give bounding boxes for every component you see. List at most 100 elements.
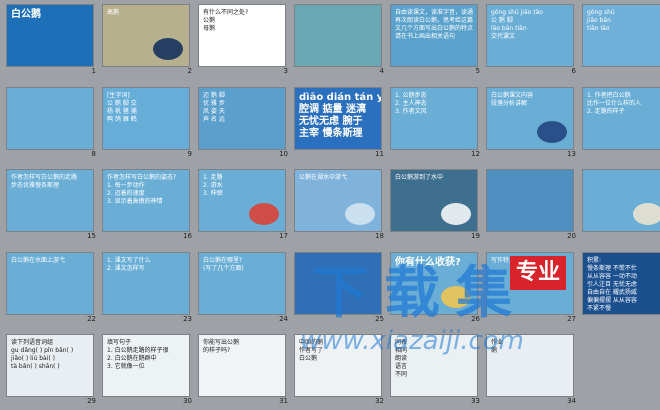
slide-thumbnail-16[interactable]: 作者怎样写白公鹅的姿态? 1. 每一步动作 2. 迈着的速度 3. 显示着高傲的神情 1… <box>100 169 196 242</box>
slide-text: 公 鹅 脚 <box>491 17 513 24</box>
slide-thumbnail-30[interactable]: 填写句子 1. 白公鹅走路的样子很 2. 白公鹅在鹅群中 3. 它就像一位 30 <box>100 334 196 407</box>
slide-text: 段落分析讲解 <box>491 100 528 107</box>
slide-preview: 白公鹅 <box>6 4 94 67</box>
slide-text: 3. 作者文风 <box>395 108 427 115</box>
slide-number: 3 <box>283 67 288 75</box>
slide-thumbnail-28[interactable]: 积累: 慢条斯理 不慌不忙 从从容容 一动不动 引人注目 无忧无虑 自由自在 耀武扬威偏… <box>580 252 660 325</box>
slide-text: 白公鹅在哪里? <box>203 257 243 264</box>
slide-thumbnail-13[interactable]: 白公鹅课文内容 段落分析讲解 13 <box>484 87 580 160</box>
slide-thumbnail-33[interactable]: 同表 相同 朗读 语言 不同 33 <box>388 334 484 407</box>
slide-text: 2. 游水 <box>203 182 223 189</box>
slide-preview: 你有什么收获? <box>390 252 478 315</box>
slide-number: 2 <box>187 67 192 75</box>
slide-thumbnail-2[interactable]: 高鹅 2 <box>100 4 196 77</box>
slide-thumbnail-24[interactable]: 白公鹅在哪里? (写了几个方面) 24 <box>196 252 292 325</box>
slide-number: 1 <box>91 67 96 75</box>
slide-text: 1. 每一步动作 <box>107 182 145 189</box>
slide-preview: 白公鹅在水面上游弋 <box>6 252 94 315</box>
slide-number: 5 <box>475 67 480 75</box>
slide-preview: 你能写出公鹅 的样子吗? <box>198 334 286 397</box>
slide-thumbnail-29[interactable]: 读下列语音词组 gu dǎng( ) pǐn bǎn( ) jiǎo( ) liú … <box>4 334 100 407</box>
slide-thumbnail-27[interactable]: 写作特点 抓住特点 27 <box>484 252 580 325</box>
slide-preview <box>486 169 574 232</box>
slide-text: 你有什么收获? <box>395 257 461 268</box>
slide-thumbnail-25[interactable]: 25 <box>292 252 388 325</box>
slide-text: 比作一位什么样的人 <box>587 100 642 107</box>
slide-text: dìāo dián tán yi <box>299 92 382 103</box>
slide-text: 的样子吗? <box>203 347 231 354</box>
slide-thumbnail-21[interactable]: 21 <box>580 169 660 242</box>
slide-text: 中国的鹅 <box>299 339 324 346</box>
slide-text: 1. 课文写了什么 <box>107 257 151 264</box>
slide-graphic <box>249 203 279 225</box>
slide-preview: 写作特点 抓住特点 <box>486 252 574 315</box>
slide-number: 22 <box>87 315 96 323</box>
slide-preview: 白公鹅在哪里? (写了几个方面) <box>198 252 286 315</box>
slide-preview: 迈 鹅 脚优 雅 步凤 姿 天声 名 远 <box>198 87 286 150</box>
slide-thumbnail-12[interactable]: 1. 公鹅步态 2. 主人神态 3. 作者文风 12 <box>388 87 484 160</box>
slide-text: 再次朗读白公鹅，思考给这篇 <box>395 17 474 24</box>
slide-preview: 1. 走路 2. 游水 3. 伸颈 <box>198 169 286 232</box>
slide-graphic <box>441 203 471 225</box>
slide-text: 公 鹅 脚 交 <box>107 100 137 107</box>
slide-thumbnail-10[interactable]: 迈 鹅 脚优 雅 步凤 姿 天声 名 远 10 <box>196 87 292 160</box>
slide-number: 33 <box>471 397 480 405</box>
slide-text: 作业 <box>491 339 504 346</box>
slide-thumbnail-1[interactable]: 白公鹅 1 <box>4 4 100 77</box>
slide-number: 10 <box>279 150 288 158</box>
slide-text: 2. 课文怎样写 <box>107 265 145 272</box>
slide-thumbnail-3[interactable]: 有什么不同之处? 公鹅 母鹅 3 <box>196 4 292 77</box>
slide-thumbnail-9[interactable]: [生字词] 公 鹅 脚 交杨 帆 猪 捕鸭 鸽 雁 鹤9 <box>100 87 196 160</box>
slide-text: 杨 帆 猪 捕 <box>107 108 137 115</box>
slide-thumbnail-34[interactable]: 作业鹅 34 <box>484 334 580 407</box>
slide-thumbnail-15[interactable]: 作者怎样写白公鹅的走路 步态优雅慢条斯理 15 <box>4 169 100 242</box>
slide-thumbnail-17[interactable]: 1. 走路 2. 游水 3. 伸颈 17 <box>196 169 292 242</box>
slide-text: lǎo bān tiān <box>491 25 527 32</box>
slide-thumbnail-6[interactable]: gōng shū jiǎo tǎo 公 鹅 脚 lǎo bān tiān 交代课文 6 <box>484 4 580 77</box>
slide-text: 1. 公鹅步态 <box>395 92 427 99</box>
slide-number: 12 <box>471 150 480 158</box>
slide-thumbnail-32[interactable]: 中国的鹅 作者写了 白公鹅 32 <box>292 334 388 407</box>
slide-number: 30 <box>183 397 192 405</box>
slide-thumbnail-20[interactable]: 20 <box>484 169 580 242</box>
slide-text: gu dǎng( ) pǐn bǎn( ) <box>11 347 74 354</box>
slide-thumbnail-19[interactable]: 白公鹅游到了水中 19 <box>388 169 484 242</box>
slide-text: 2. 迈着的速度 <box>107 190 145 197</box>
slide-text: 相同 <box>395 347 408 354</box>
slide-thumbnail-26[interactable]: 你有什么收获? 26 <box>388 252 484 325</box>
slide-text: 白公鹅在水面上游弋 <box>11 257 66 264</box>
slide-thumbnail-4[interactable]: 4 <box>292 4 388 77</box>
slide-thumbnail-11[interactable]: dìāo dián tán yi 腔调 掂量 迷漓 无忧无虑 腕于 主宰 慢条斯理 11 <box>292 87 388 160</box>
slide-text: 2. 走路的样子 <box>587 108 625 115</box>
slide-thumbnail-14[interactable]: 1. 作者把白公鹅比作一位什么样的人2. 走路的样子14 <box>580 87 660 160</box>
slide-number: 25 <box>375 315 384 323</box>
slide-text: 读下列语音词组 <box>11 339 54 346</box>
slide-thumbnail-7[interactable]: gōng shūjiǎo bāntiān lǎo7 <box>580 4 660 77</box>
slide-number: 18 <box>375 232 384 240</box>
slide-preview <box>582 169 660 232</box>
slide-number: 31 <box>279 397 288 405</box>
slide-text: 3. 显示着高傲的神情 <box>107 198 163 205</box>
slide-text: 优 雅 步 <box>203 100 225 107</box>
slide-text: 2. 白公鹅在鹅群中 <box>107 355 157 362</box>
slide-preview: 1. 课文写了什么 2. 课文怎样写 <box>102 252 190 315</box>
slide-graphic <box>153 38 183 60</box>
slide-preview: 公鹅在湖水中游弋 <box>294 169 382 232</box>
slide-thumbnail-5[interactable]: 自由读课文，读准字音，读通 再次朗读白公鹅，思考给这篇 文几个方面写出白公鹅的特点请… <box>388 4 484 77</box>
slide-number: 9 <box>187 150 192 158</box>
slide-text: 3. 伸颈 <box>203 190 223 197</box>
slide-thumbnail-23[interactable]: 1. 课文写了什么 2. 课文怎样写 23 <box>100 252 196 325</box>
slide-text: 积累: <box>587 257 602 264</box>
slide-text: gōng shū jiǎo tǎo <box>491 9 543 16</box>
slide-thumbnail-18[interactable]: 公鹅在湖水中游弋 18 <box>292 169 388 242</box>
slide-text: 白公鹅课文内容 <box>491 92 534 99</box>
slide-thumbnail-8[interactable]: 8 <box>4 87 100 160</box>
slide-text: 1. 白公鹅走路的样子很 <box>107 347 169 354</box>
slide-text: [生字词] <box>107 92 130 99</box>
slide-preview: dìāo dián tán yi 腔调 掂量 迷漓 无忧无虑 腕于 主宰 慢条斯理 <box>294 87 382 150</box>
slide-preview: 白公鹅课文内容 段落分析讲解 <box>486 87 574 150</box>
slide-text: (写了几个方面) <box>203 265 244 272</box>
slide-thumbnail-31[interactable]: 你能写出公鹅 的样子吗? 31 <box>196 334 292 407</box>
slide-graphic <box>441 286 471 308</box>
slide-thumbnail-22[interactable]: 白公鹅在水面上游弋 22 <box>4 252 100 325</box>
